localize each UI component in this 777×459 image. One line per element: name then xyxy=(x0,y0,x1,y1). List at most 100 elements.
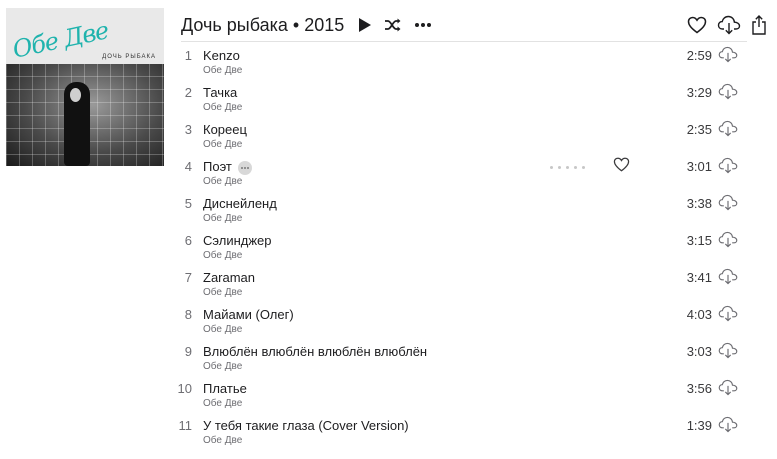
track-duration: 3:38 xyxy=(686,196,712,211)
track-download-button[interactable] xyxy=(718,379,738,401)
track-title: Сэлинджер xyxy=(203,233,272,248)
track-download-button[interactable] xyxy=(718,416,738,438)
love-album-button[interactable] xyxy=(687,16,707,34)
track-artist[interactable]: Обе Две xyxy=(203,139,242,150)
track-row[interactable]: 6 Сэлинджер Обе Две 3:15 xyxy=(170,230,750,267)
track-download-button[interactable] xyxy=(718,120,738,142)
heart-icon xyxy=(613,157,630,172)
album-title: Дочь рыбака • 2015 xyxy=(181,14,345,35)
track-title: У тебя такие глаза (Cover Version) xyxy=(203,418,409,433)
track-duration: 4:03 xyxy=(686,307,712,322)
track-download-button[interactable] xyxy=(718,268,738,290)
track-duration: 3:41 xyxy=(686,270,712,285)
track-row[interactable]: 9 Влюблён влюблён влюблён влюблён Обе Две 3… xyxy=(170,341,750,378)
cover-face xyxy=(70,88,81,102)
track-artist[interactable]: Обе Две xyxy=(203,102,242,113)
cloud-download-icon xyxy=(718,231,738,248)
track-artist[interactable]: Обе Две xyxy=(203,361,242,372)
track-row[interactable]: 7 Zaraman Обе Две 3:41 xyxy=(170,267,750,304)
cloud-download-icon xyxy=(718,416,738,433)
heart-icon xyxy=(687,16,707,34)
track-download-button[interactable] xyxy=(718,305,738,327)
track-number: 3 xyxy=(184,122,192,137)
track-number: 11 xyxy=(178,418,193,433)
play-icon xyxy=(359,18,372,32)
track-number: 7 xyxy=(184,270,192,285)
track-title: Тачка xyxy=(203,85,238,100)
track-title: Кореец xyxy=(203,122,247,137)
track-title: Kenzo xyxy=(203,48,240,63)
track-artist[interactable]: Обе Две xyxy=(203,324,242,335)
share-icon xyxy=(752,15,766,35)
track-download-button[interactable] xyxy=(718,46,738,68)
track-row[interactable]: 8 Майами (Олег) Обе Две 4:03 xyxy=(170,304,750,341)
track-number: 10 xyxy=(177,381,192,396)
track-row[interactable]: 11 У тебя такие глаза (Cover Version) Обе … xyxy=(170,415,750,452)
track-number: 9 xyxy=(184,344,192,359)
track-title: Влюблён влюблён влюблён влюблён xyxy=(203,344,428,359)
track-row[interactable]: 10 Платье Обе Две 3:56 xyxy=(170,378,750,415)
track-artist[interactable]: Обе Две xyxy=(203,176,242,187)
track-download-button[interactable] xyxy=(718,342,738,364)
album-cover[interactable]: Обе Две ДОЧЬ РЫБАКА xyxy=(6,8,164,166)
track-title: Zaraman xyxy=(203,270,256,285)
cloud-download-icon xyxy=(718,120,738,137)
track-row[interactable]: 3 Кореец Обе Две 2:35 xyxy=(170,119,750,156)
cloud-download-icon xyxy=(718,194,738,211)
cover-subtitle: ДОЧЬ РЫБАКА xyxy=(102,54,156,60)
header-divider xyxy=(181,41,747,42)
more-button[interactable] xyxy=(414,22,432,28)
track-artist[interactable]: Обе Две xyxy=(203,213,242,224)
track-duration: 3:15 xyxy=(686,233,712,248)
track-download-button[interactable] xyxy=(718,157,738,179)
track-artist[interactable]: Обе Две xyxy=(203,287,242,298)
track-artist[interactable]: Обе Две xyxy=(203,250,242,261)
track-title: Платье xyxy=(203,381,247,396)
track-duration: 3:03 xyxy=(686,344,712,359)
track-artist[interactable]: Обе Две xyxy=(203,398,242,409)
track-number: 4 xyxy=(184,159,192,174)
track-duration: 3:56 xyxy=(686,381,712,396)
track-row[interactable]: 2 Тачка Обе Две 3:29 xyxy=(170,82,750,119)
album-header: Дочь рыбака • 2015 xyxy=(181,10,767,40)
more-icon xyxy=(415,23,432,27)
track-duration: 2:59 xyxy=(686,48,712,63)
track-title: Майами (Олег) xyxy=(203,307,294,322)
cover-photo xyxy=(6,64,164,166)
track-duration: 3:01 xyxy=(686,159,712,174)
play-button[interactable] xyxy=(358,17,372,33)
cloud-download-icon xyxy=(718,157,738,174)
track-more-button[interactable] xyxy=(238,161,252,175)
track-number: 2 xyxy=(184,85,192,100)
track-rating[interactable] xyxy=(550,166,585,169)
track-duration: 2:35 xyxy=(686,122,712,137)
track-number: 1 xyxy=(184,48,192,63)
track-row[interactable]: 5 Диснейленд Обе Две 3:38 xyxy=(170,193,750,230)
shuffle-button[interactable] xyxy=(384,18,402,32)
download-album-button[interactable] xyxy=(717,15,741,35)
track-download-button[interactable] xyxy=(718,231,738,253)
cover-brand-logo: Обе Две xyxy=(10,16,111,64)
header-actions xyxy=(687,15,767,35)
track-list: 1 Kenzo Обе Две 2:59 2 Тачка Обе Две 3:29 3 Корее… xyxy=(170,45,750,452)
track-duration: 3:29 xyxy=(686,85,712,100)
track-number: 5 xyxy=(184,196,192,211)
track-download-button[interactable] xyxy=(718,194,738,216)
shuffle-icon xyxy=(385,18,401,32)
cloud-download-icon xyxy=(717,15,741,35)
cloud-download-icon xyxy=(718,305,738,322)
track-row[interactable]: 1 Kenzo Обе Две 2:59 xyxy=(170,45,750,82)
track-title: Поэт xyxy=(203,159,232,174)
track-download-button[interactable] xyxy=(718,83,738,105)
share-album-button[interactable] xyxy=(751,15,767,35)
cloud-download-icon xyxy=(718,342,738,359)
track-title: Диснейленд xyxy=(203,196,277,211)
cloud-download-icon xyxy=(718,379,738,396)
track-number: 8 xyxy=(184,307,192,322)
track-artist[interactable]: Обе Две xyxy=(203,435,242,446)
track-artist[interactable]: Обе Две xyxy=(203,65,242,76)
cloud-download-icon xyxy=(718,83,738,100)
track-duration: 1:39 xyxy=(686,418,712,433)
track-love-button[interactable] xyxy=(613,157,630,177)
track-row[interactable]: 4 Поэт Обе Две 3:01 xyxy=(170,156,750,193)
